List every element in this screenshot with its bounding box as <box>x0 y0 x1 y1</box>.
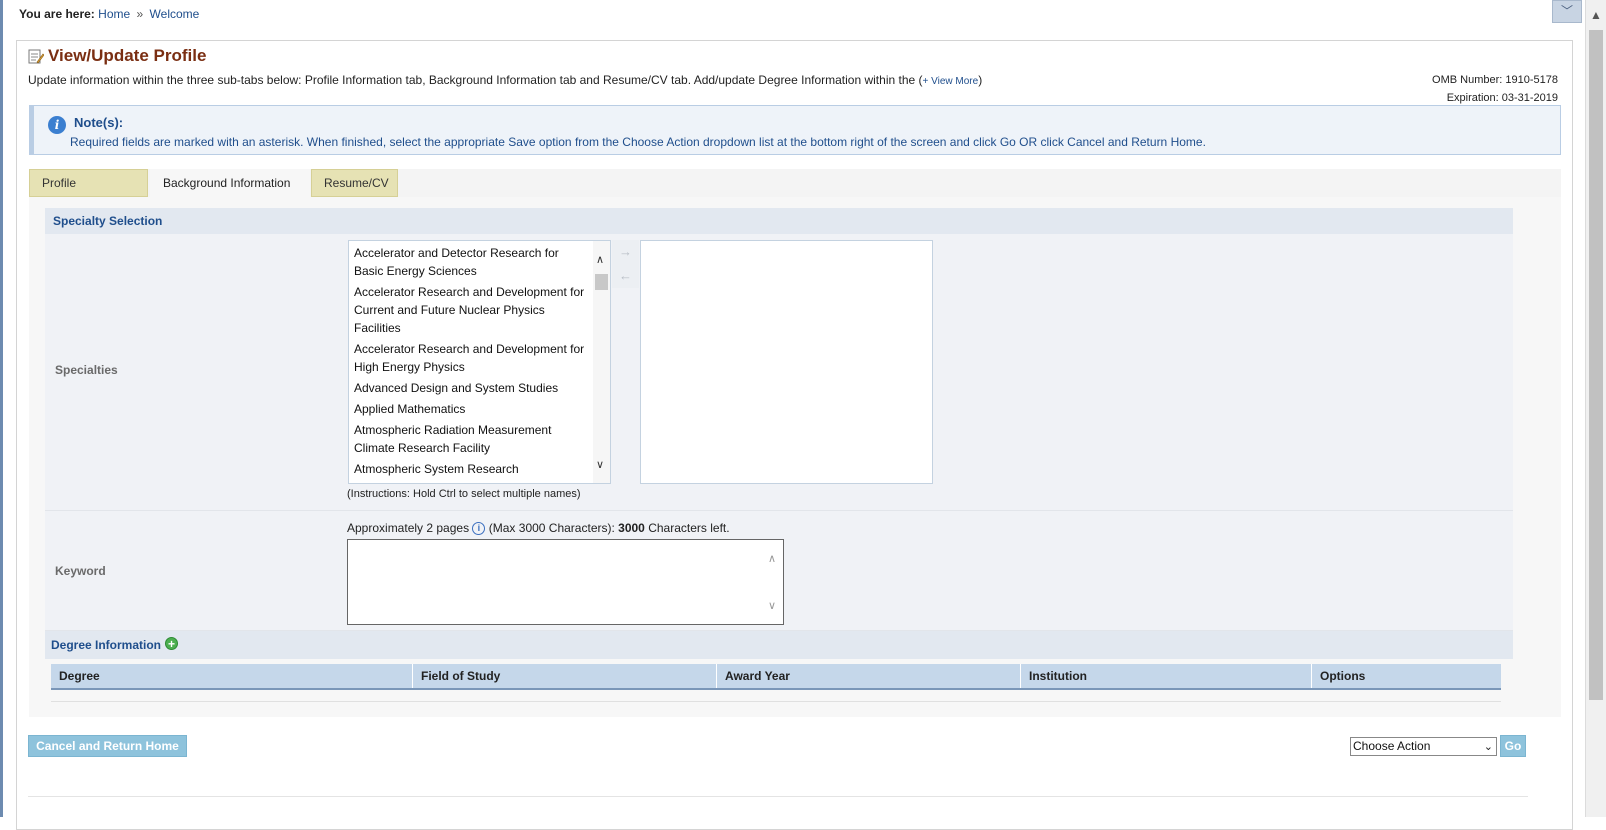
omb-info: OMB Number: 1910-5178 Expiration: 03-31-… <box>1432 71 1558 107</box>
cancel-return-home-button[interactable]: Cancel and Return Home <box>28 735 187 757</box>
listbox-scroll-down-icon[interactable]: ∨ <box>596 458 604 471</box>
note-box: i Note(s): Required fields are marked wi… <box>29 105 1561 155</box>
specialty-option[interactable]: Accelerator and Detector Research for Ba… <box>354 243 590 282</box>
scrollbar-thumb[interactable] <box>1589 30 1603 700</box>
window-left-edge <box>0 0 3 817</box>
intro-text: Update information within the three sub-… <box>28 73 982 87</box>
edit-profile-icon <box>28 48 45 64</box>
choose-action-select[interactable]: Choose Action ⌄ <box>1350 737 1497 756</box>
omb-number: OMB Number: 1910-5178 <box>1432 74 1558 86</box>
tab-content: Specialty Selection Specialties Accelera… <box>29 197 1561 717</box>
specialties-available-listbox[interactable]: Accelerator and Detector Research for Ba… <box>348 240 611 484</box>
tab-bar: Profile Information Background Informati… <box>29 169 1561 217</box>
tab-background-information[interactable]: Background Information <box>150 169 310 197</box>
scroll-up-icon[interactable]: ▲ <box>1590 8 1602 22</box>
degree-section-header: Degree Information + <box>45 631 1513 659</box>
specialty-option[interactable]: Atomic, Molecular, and Optical Sciences <box>354 480 590 483</box>
page-title: View/Update Profile <box>48 46 207 65</box>
intro-body: Update information within the three sub-… <box>28 73 923 87</box>
breadcrumb-welcome-link[interactable]: Welcome <box>150 7 200 21</box>
specialties-instructions: (Instructions: Hold Ctrl to select multi… <box>347 488 581 500</box>
tab-resume-cv[interactable]: Resume/CV <box>311 169 398 197</box>
specialty-option[interactable]: Advanced Design and System Studies <box>354 378 590 399</box>
column-field-of-study: Field of Study <box>413 664 717 688</box>
move-left-arrow-icon[interactable]: ← <box>612 264 639 288</box>
keyword-pages: Approximately 2 pages <box>347 521 470 535</box>
keyword-scrollbar[interactable]: ∧ ∨ <box>764 540 783 624</box>
choose-action-value: Choose Action <box>1353 739 1431 753</box>
keyword-scroll-down-icon[interactable]: ∨ <box>768 599 776 612</box>
breadcrumb: You are here: Home » Welcome <box>19 7 199 21</box>
go-button[interactable]: Go <box>1500 735 1526 757</box>
column-award-year: Award Year <box>717 664 1021 688</box>
note-title: Note(s): <box>74 115 124 130</box>
degree-table-header: Degree Field of Study Award Year Institu… <box>51 664 1501 690</box>
specialties-label: Specialties <box>55 363 118 377</box>
move-buttons: → ← <box>612 240 639 288</box>
column-options: Options <box>1320 669 1366 683</box>
keyword-scroll-up-icon[interactable]: ∧ <box>768 552 776 565</box>
listbox-scrollbar[interactable]: ∧ ∨ <box>593 241 610 483</box>
specialty-option[interactable]: Accelerator Research and Development for… <box>354 282 590 339</box>
collapse-chevrons-icon[interactable]: ﹀ <box>1552 0 1582 23</box>
keyword-label: Keyword <box>55 564 106 578</box>
keyword-textarea[interactable] <box>347 539 784 625</box>
breadcrumb-separator: » <box>136 7 144 21</box>
note-text: Required fields are marked with an aster… <box>70 135 1206 149</box>
page-scrollbar[interactable]: ▲ <box>1585 0 1606 817</box>
chevron-down-icon: ⌄ <box>1483 741 1493 753</box>
specialties-selected-listbox[interactable] <box>640 240 933 484</box>
specialty-option[interactable]: Applied Mathematics <box>354 399 590 420</box>
keyword-left-text: Characters left. <box>648 521 730 535</box>
specialty-option[interactable]: Atmospheric System Research <box>354 459 590 480</box>
listbox-scroll-up-icon[interactable]: ∧ <box>596 253 604 266</box>
intro-close-paren: ) <box>978 73 983 87</box>
keyword-remaining-count: 3000 <box>618 521 645 535</box>
degree-table-body <box>51 691 1501 702</box>
footer-divider <box>28 796 1528 797</box>
breadcrumb-home-link[interactable]: Home <box>98 7 130 21</box>
listbox-scroll-thumb[interactable] <box>595 274 608 290</box>
specialty-section-header: Specialty Selection <box>45 208 1513 234</box>
keyword-info-icon[interactable]: i <box>472 522 486 535</box>
column-institution: Institution <box>1021 664 1312 688</box>
view-more-link[interactable]: + View More <box>923 76 979 87</box>
add-degree-icon[interactable]: + <box>165 637 179 650</box>
tab-profile-information[interactable]: Profile Information <box>29 169 148 217</box>
info-icon: i <box>48 116 66 134</box>
keyword-max: (Max 3000 Characters): <box>488 521 615 535</box>
breadcrumb-label: You are here: <box>19 7 95 21</box>
keyword-char-info: Approximately 2 pages i (Max 3000 Charac… <box>347 521 730 535</box>
specialty-option[interactable]: Atmospheric Radiation Measurement Climat… <box>354 420 590 459</box>
page-title-wrap: View/Update Profile <box>28 46 206 66</box>
degree-section-title: Degree Information <box>51 638 162 652</box>
move-right-arrow-icon[interactable]: → <box>612 240 639 264</box>
column-degree: Degree <box>51 664 413 688</box>
specialty-option[interactable]: Accelerator Research and Development for… <box>354 339 590 378</box>
